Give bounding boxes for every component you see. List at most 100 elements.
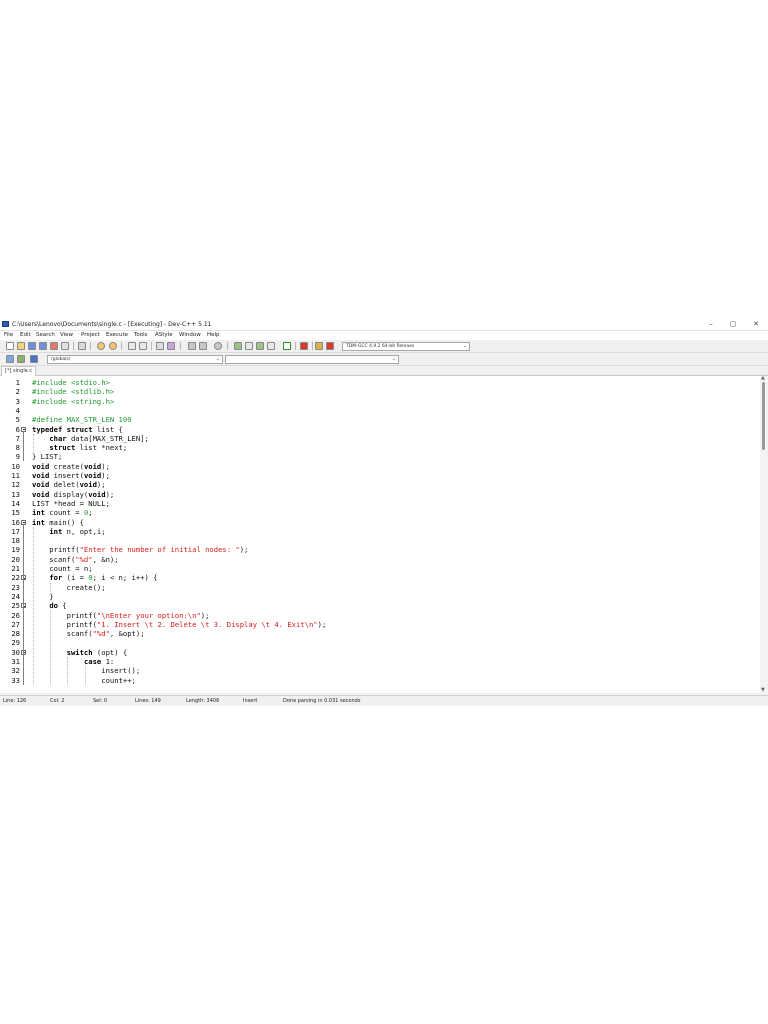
code-line[interactable]: struct list *next; xyxy=(32,443,127,452)
code-token: main() { xyxy=(44,517,84,527)
minimize-button[interactable]: – xyxy=(700,319,722,330)
delete-profile-icon[interactable] xyxy=(326,342,334,350)
line-number: 6 xyxy=(15,424,20,434)
menu-bar: File Edit Search View Project Execute To… xyxy=(0,331,768,340)
function-select[interactable]: ⌄ xyxy=(225,355,399,364)
code-line[interactable]: char data[MAX_STR_LEN]; xyxy=(32,434,149,443)
toolbar-separator xyxy=(295,342,296,350)
goto-line-icon[interactable] xyxy=(167,342,175,350)
code-line[interactable]: printf("1. Insert \t 2. Delete \t 3. Dis… xyxy=(32,620,327,629)
line-number: 13 xyxy=(11,489,20,499)
chevron-down-icon: ⌄ xyxy=(391,356,396,362)
code-line[interactable]: LIST *head = NULL; xyxy=(32,499,110,508)
undo-icon[interactable] xyxy=(97,342,105,350)
code-token: #define MAX_STR_LEN 100 xyxy=(32,415,132,425)
code-line[interactable]: printf("Enter the number of initial node… xyxy=(32,545,248,554)
code-line[interactable]: void display(void); xyxy=(32,490,114,499)
close-all-icon[interactable] xyxy=(61,342,69,350)
code-line[interactable]: case 1: xyxy=(32,657,114,666)
code-line[interactable]: #include <stdio.h> xyxy=(32,378,110,387)
code-line[interactable]: for (i = 0; i < n; i++) { xyxy=(32,573,158,583)
indent-guide xyxy=(84,666,86,685)
menu-tools[interactable]: Tools xyxy=(134,331,148,340)
open-file-icon[interactable] xyxy=(17,342,25,350)
code-token: scanf( xyxy=(32,554,76,564)
code-token: "Enter the number of initial nodes: " xyxy=(79,545,240,555)
code-line[interactable]: #include <string.h> xyxy=(32,397,114,406)
replace-icon[interactable] xyxy=(139,342,147,350)
goto-bookmark-icon[interactable] xyxy=(30,355,38,363)
code-line[interactable]: typedef struct list { xyxy=(32,425,123,434)
code-token: ); xyxy=(105,489,115,499)
menu-project[interactable]: Project xyxy=(81,331,100,340)
close-file-icon[interactable] xyxy=(50,342,58,350)
find-icon[interactable] xyxy=(128,342,136,350)
toggle-bookmark-icon[interactable] xyxy=(214,342,222,350)
indent-icon[interactable] xyxy=(188,342,196,350)
code-line[interactable]: int n, opt,i; xyxy=(32,527,105,536)
menu-file[interactable]: File xyxy=(4,331,13,340)
compile-run-icon[interactable] xyxy=(256,342,264,350)
status-sel: Sel: 0 xyxy=(93,698,108,704)
maximize-button[interactable]: ▢ xyxy=(722,319,744,330)
tab-single-c[interactable]: [*] single.c xyxy=(1,366,37,376)
menu-view[interactable]: View xyxy=(60,331,73,340)
code-line[interactable]: switch (opt) { xyxy=(32,648,128,657)
unindent-icon[interactable] xyxy=(199,342,207,350)
find-next-icon[interactable] xyxy=(156,342,164,350)
code-line[interactable]: insert(); xyxy=(32,666,140,675)
code-token: ; i < n; i++) { xyxy=(92,573,158,583)
menu-execute[interactable]: Execute xyxy=(106,331,128,340)
code-line[interactable]: int main() { xyxy=(32,518,84,527)
scope-select[interactable]: (globals) ⌄ xyxy=(47,355,223,364)
code-line[interactable]: scanf("%d", &n); xyxy=(32,554,118,564)
code-line[interactable]: count = n; xyxy=(32,564,92,573)
menu-window[interactable]: Window xyxy=(179,331,201,340)
redo-icon[interactable] xyxy=(109,342,117,350)
stop-execution-icon[interactable] xyxy=(300,342,308,350)
menu-astyle[interactable]: AStyle xyxy=(155,331,173,340)
code-token: data[MAX_STR_LEN]; xyxy=(66,433,149,443)
menu-search[interactable]: Search xyxy=(36,331,55,340)
code-editor[interactable]: 1 2 3 4 5 6 7 8 9 10 11 12 13 14 15 16 17 18 19 20 21 22 23 24 2… xyxy=(0,376,768,693)
run-icon[interactable] xyxy=(245,342,253,350)
code-token: void xyxy=(83,461,102,471)
code-line[interactable]: int count = 0; xyxy=(32,508,93,517)
scrollbar-thumb[interactable] xyxy=(762,382,765,450)
line-number: 24 xyxy=(11,591,20,601)
insert-icon[interactable] xyxy=(6,355,14,363)
code-token: list *next; xyxy=(75,443,128,453)
compile-icon[interactable] xyxy=(234,342,242,350)
new-file-icon[interactable] xyxy=(6,342,14,350)
code-line[interactable]: #define MAX_STR_LEN 100 xyxy=(32,415,132,424)
scroll-down-icon[interactable]: ▼ xyxy=(761,688,765,693)
code-line[interactable]: printf("\nEnter your option:\n"); xyxy=(32,611,210,620)
toggle-bookmark-icon[interactable] xyxy=(17,355,25,363)
compiler-select[interactable]: TDM-GCC 4.9.2 64-bit Release ⌄ xyxy=(342,342,470,351)
fold-region-line xyxy=(23,580,24,601)
code-line[interactable]: void delet(void); xyxy=(32,480,106,489)
print-icon[interactable] xyxy=(78,342,86,350)
code-line[interactable]: void insert(void); xyxy=(32,471,110,480)
save-all-icon[interactable] xyxy=(39,342,47,350)
menu-edit[interactable]: Edit xyxy=(20,331,31,340)
code-line[interactable]: do { xyxy=(32,601,66,610)
code-line[interactable]: void create(void); xyxy=(32,462,110,471)
code-token: typedef struct xyxy=(32,424,93,434)
rebuild-all-icon[interactable] xyxy=(267,342,275,350)
code-line[interactable]: #include <stdlib.h> xyxy=(32,387,114,396)
save-icon[interactable] xyxy=(28,342,36,350)
menu-help[interactable]: Help xyxy=(207,331,220,340)
close-button[interactable]: ✕ xyxy=(745,319,767,330)
code-line[interactable]: } LIST; xyxy=(32,452,62,461)
scroll-up-icon[interactable]: ▲ xyxy=(761,376,765,381)
profile-icon[interactable] xyxy=(315,342,323,350)
vertical-scrollbar[interactable]: ▲ ▼ xyxy=(760,376,768,693)
code-area[interactable]: #include <stdio.h> #include <stdlib.h> #in… xyxy=(30,376,760,693)
line-number: 2 xyxy=(15,387,20,397)
code-line[interactable]: } xyxy=(32,592,53,601)
status-lines: Lines: 149 xyxy=(135,698,161,704)
syntax-check-icon[interactable] xyxy=(283,342,291,350)
code-line[interactable]: create(); xyxy=(32,583,106,592)
